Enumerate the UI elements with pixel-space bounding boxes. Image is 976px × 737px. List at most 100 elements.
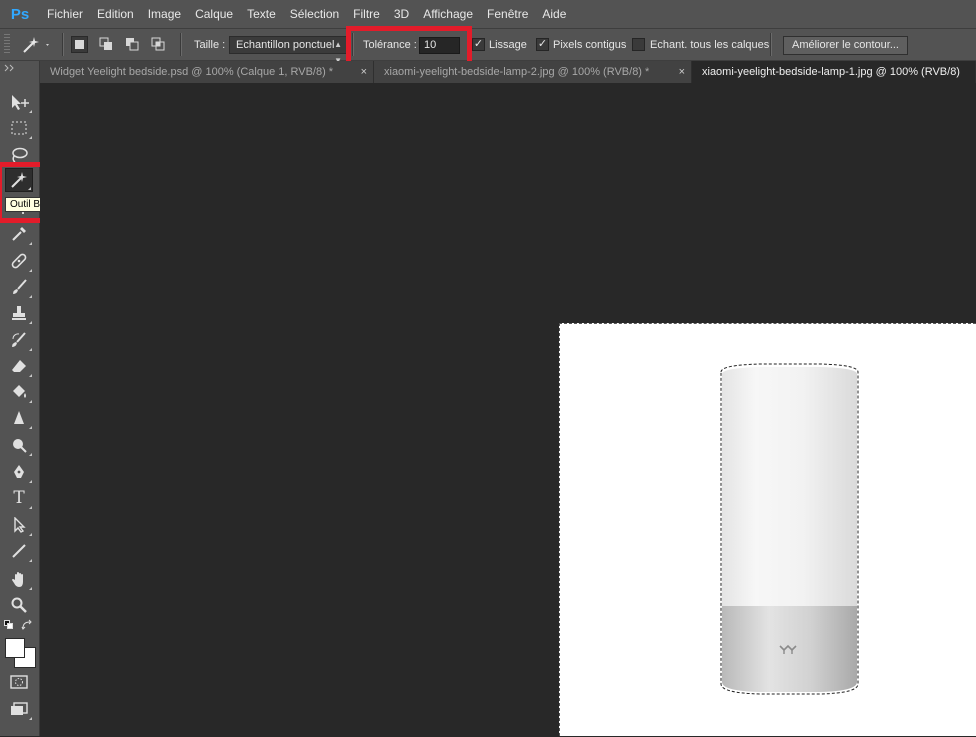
tool-flyout-indicator	[29, 374, 32, 377]
tab-lamp-2[interactable]: xiaomi-yeelight-bedside-lamp-2.jpg @ 100…	[374, 61, 692, 83]
tool-flyout-indicator	[29, 348, 32, 351]
separator	[180, 33, 182, 56]
quick-mask-icon	[10, 675, 28, 689]
foreground-color-swatch[interactable]	[5, 638, 25, 658]
tab-widget-yeelight[interactable]: Widget Yeelight bedside.psd @ 100% (Calq…	[40, 61, 374, 83]
marquee-icon	[11, 121, 27, 135]
history-brush-icon	[12, 332, 26, 347]
marquee-tool[interactable]	[5, 116, 33, 140]
taille-label: Taille :	[194, 38, 226, 51]
line-tool[interactable]	[5, 539, 33, 563]
tool-flyout-indicator	[29, 269, 32, 272]
magic-wand-tool[interactable]	[5, 168, 33, 192]
collapse-icon	[4, 64, 14, 72]
history-brush-tool[interactable]	[5, 328, 33, 352]
separator	[62, 33, 64, 56]
lasso-icon	[12, 147, 28, 163]
options-bar-grip[interactable]	[4, 34, 10, 55]
brush-tool[interactable]	[5, 275, 33, 299]
tool-flyout-indicator	[29, 136, 32, 139]
tool-flyout-indicator	[29, 559, 32, 562]
tool-flyout-indicator	[29, 480, 32, 483]
brush-icon	[13, 279, 27, 294]
tool-flyout-indicator	[29, 295, 32, 298]
menu-filtre[interactable]: Filtre	[346, 0, 387, 28]
dodge-tool[interactable]	[5, 433, 33, 457]
lamp-image	[720, 363, 859, 695]
paint-bucket-tool[interactable]	[5, 380, 33, 404]
intersect-selection-button[interactable]	[150, 36, 167, 53]
menu-fichier[interactable]: Fichier	[40, 0, 90, 28]
echant-calques-label: Echant. tous les calques	[650, 38, 770, 51]
eyedropper-tool[interactable]	[5, 222, 33, 246]
move-tool[interactable]	[5, 90, 33, 114]
swap-colors-icon[interactable]	[21, 619, 33, 631]
options-bar: Taille : Echantillon ponctuel ▲▼ Toléran…	[0, 26, 976, 66]
subtract-from-selection-button[interactable]	[124, 36, 141, 53]
clone-stamp-tool[interactable]	[5, 301, 33, 325]
menu-fenetre[interactable]: Fenêtre	[480, 0, 535, 28]
menu-image[interactable]: Image	[141, 0, 188, 28]
quick-mask-button[interactable]	[5, 670, 33, 694]
tool-flyout-indicator	[29, 110, 32, 113]
menu-aide[interactable]: Aide	[535, 0, 573, 28]
pen-icon	[14, 465, 24, 478]
lasso-tool[interactable]	[5, 143, 33, 167]
screen-mode-icon	[11, 702, 28, 715]
magic-wand-icon	[23, 36, 49, 53]
healing-brush-tool[interactable]	[5, 249, 33, 273]
menu-selection[interactable]: Sélection	[283, 0, 346, 28]
healing-brush-icon	[11, 253, 27, 269]
tool-preset-picker[interactable]	[18, 29, 58, 60]
menu-edition[interactable]: Edition	[90, 0, 141, 28]
menu-texte[interactable]: Texte	[240, 0, 283, 28]
checkmark-icon: ✓	[537, 38, 548, 50]
path-selection-icon	[14, 517, 26, 533]
refine-edge-button[interactable]: Améliorer le contour...	[783, 36, 908, 55]
tab-label: xiaomi-yeelight-bedside-lamp-2.jpg @ 100…	[384, 66, 650, 78]
new-selection-button[interactable]	[71, 36, 88, 53]
hand-tool[interactable]	[5, 567, 33, 591]
tool-flyout-indicator	[29, 400, 32, 403]
eraser-icon	[12, 360, 26, 372]
blur-tool[interactable]	[5, 406, 33, 430]
tool-flyout-indicator	[29, 453, 32, 456]
hand-icon	[12, 571, 23, 587]
tab-label: xiaomi-yeelight-bedside-lamp-1.jpg @ 100…	[702, 66, 960, 78]
subtract-selection-icon	[126, 38, 139, 51]
pixels-contigus-checkbox[interactable]: ✓	[536, 38, 549, 51]
pixels-contigus-label: Pixels contigus	[553, 38, 627, 51]
add-to-selection-button[interactable]	[98, 36, 115, 53]
tool-flyout-indicator	[29, 242, 32, 245]
document-canvas[interactable]	[559, 323, 976, 736]
tools-panel-header[interactable]	[0, 61, 40, 83]
lissage-checkbox[interactable]: ✓	[472, 38, 485, 51]
tab-lamp-1[interactable]: xiaomi-yeelight-bedside-lamp-1.jpg @ 100…	[692, 61, 976, 83]
default-colors-icon[interactable]	[4, 620, 14, 630]
tool-flyout-indicator	[29, 426, 32, 429]
move-icon	[12, 95, 29, 110]
menu-affichage[interactable]: Affichage	[416, 0, 480, 28]
separator	[352, 33, 354, 56]
dodge-icon	[13, 439, 27, 453]
close-icon[interactable]: ×	[361, 61, 367, 83]
new-selection-icon	[75, 40, 84, 49]
add-selection-icon	[99, 37, 112, 50]
path-selection-tool[interactable]	[5, 513, 33, 537]
paint-bucket-icon	[13, 385, 26, 398]
eraser-tool[interactable]	[5, 354, 33, 378]
echant-calques-checkbox[interactable]	[632, 38, 645, 51]
screen-mode-button[interactable]	[5, 697, 33, 721]
zoom-tool[interactable]	[5, 593, 33, 617]
tolerance-input[interactable]: 10	[419, 37, 460, 54]
taille-select[interactable]: Echantillon ponctuel ▲▼	[229, 36, 347, 65]
close-icon[interactable]: ×	[679, 61, 685, 83]
tool-flyout-indicator	[29, 506, 32, 509]
tools-panel: T	[0, 61, 40, 736]
eyedropper-icon	[12, 227, 26, 241]
menu-3d[interactable]: 3D	[387, 0, 416, 28]
tool-flyout-indicator	[28, 187, 31, 190]
menu-calque[interactable]: Calque	[188, 0, 240, 28]
type-tool[interactable]: T	[5, 486, 33, 510]
pen-tool[interactable]	[5, 460, 33, 484]
